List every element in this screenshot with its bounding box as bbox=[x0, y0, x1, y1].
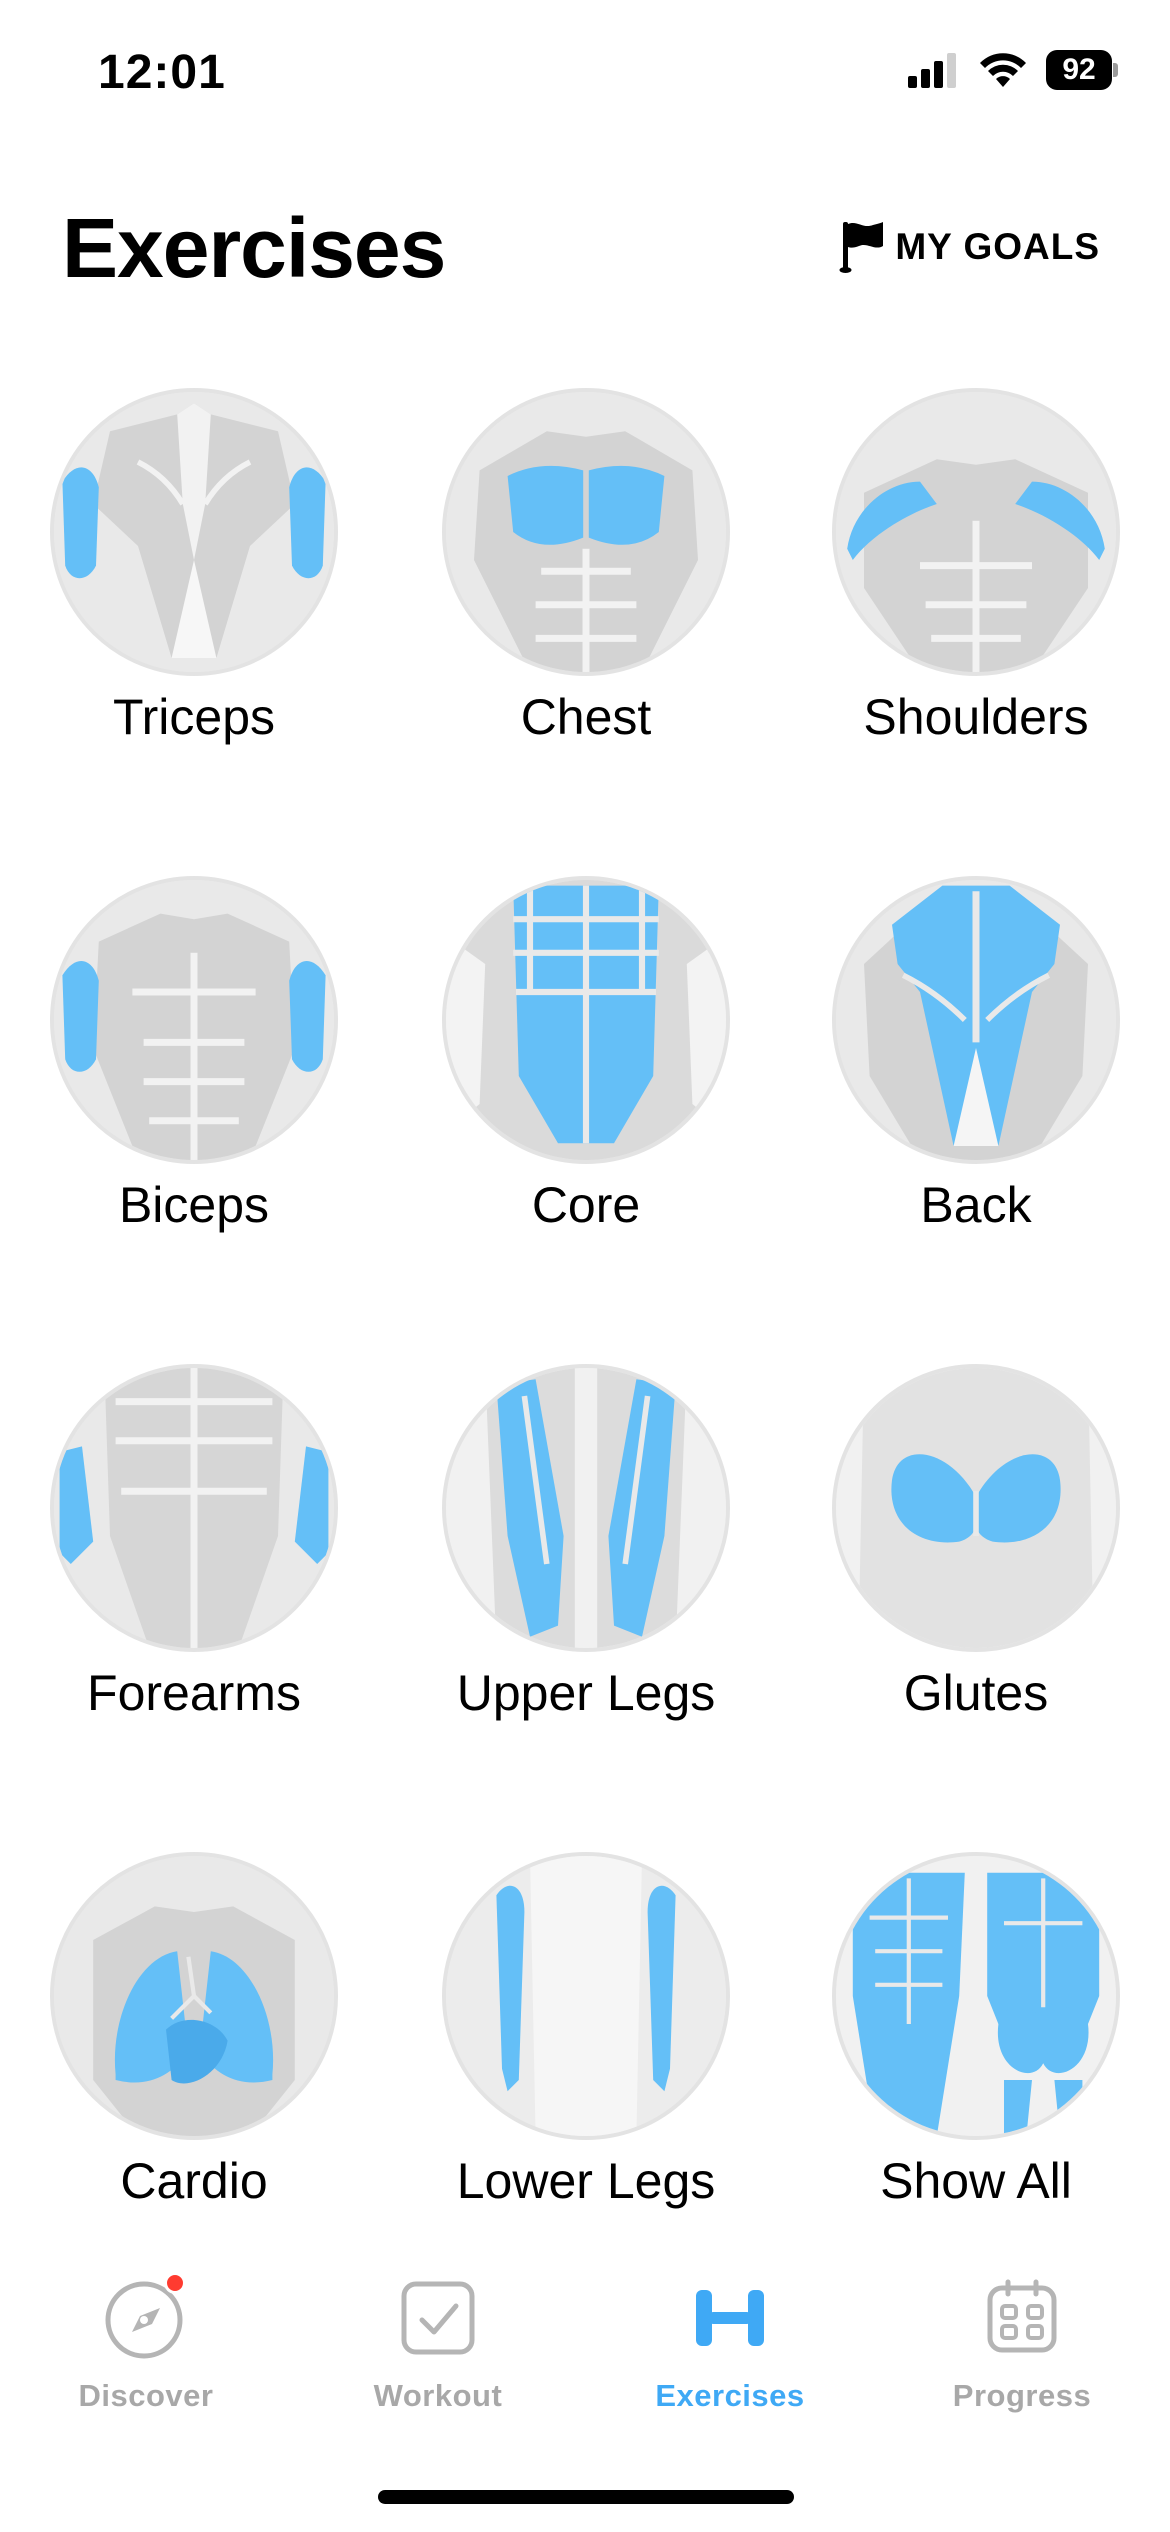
cardio-icon bbox=[50, 1852, 338, 2140]
exercise-lower-legs[interactable]: Lower Legs bbox=[390, 1852, 780, 2340]
exercise-chest[interactable]: Chest bbox=[390, 388, 780, 876]
exercise-glutes[interactable]: Glutes bbox=[780, 1364, 1170, 1852]
checkbox-icon bbox=[390, 2270, 486, 2366]
notification-dot bbox=[164, 2272, 186, 2294]
tab-discover[interactable]: Discover bbox=[0, 2270, 292, 2450]
exercise-label: Glutes bbox=[903, 1665, 1049, 1721]
tab-label: Discover bbox=[78, 2378, 214, 2413]
upper-legs-icon bbox=[442, 1364, 730, 1652]
core-icon bbox=[442, 876, 730, 1164]
tab-exercises[interactable]: Exercises bbox=[584, 2270, 876, 2450]
exercise-show-all[interactable]: Show All bbox=[780, 1852, 1170, 2340]
status-icons: 92 bbox=[908, 50, 1118, 90]
my-goals-button[interactable]: MY GOALS bbox=[839, 220, 1100, 274]
exercise-label: Chest bbox=[520, 689, 652, 745]
exercise-cardio[interactable]: Cardio bbox=[0, 1852, 390, 2340]
compass-icon bbox=[98, 2270, 194, 2366]
tab-progress[interactable]: Progress bbox=[876, 2270, 1168, 2450]
home-indicator[interactable] bbox=[378, 2490, 794, 2504]
exercise-biceps[interactable]: Biceps bbox=[0, 876, 390, 1364]
tab-workout[interactable]: Workout bbox=[292, 2270, 584, 2450]
glutes-icon bbox=[832, 1364, 1120, 1652]
dumbbell-icon bbox=[682, 2270, 778, 2366]
tab-label: Workout bbox=[373, 2378, 503, 2413]
page-title: Exercises bbox=[62, 201, 446, 295]
triceps-icon bbox=[50, 388, 338, 676]
exercise-back[interactable]: Back bbox=[780, 876, 1170, 1364]
battery-level: 92 bbox=[1046, 50, 1112, 90]
my-goals-label: MY GOALS bbox=[895, 226, 1100, 267]
forearms-icon bbox=[50, 1364, 338, 1652]
flag-icon bbox=[839, 222, 884, 273]
exercise-forearms[interactable]: Forearms bbox=[0, 1364, 390, 1852]
status-bar: 12:01 92 bbox=[0, 0, 1170, 150]
shoulders-icon bbox=[832, 388, 1120, 676]
status-time: 12:01 bbox=[98, 46, 226, 99]
exercise-label: Back bbox=[920, 1177, 1032, 1233]
exercise-label: Biceps bbox=[118, 1177, 270, 1233]
exercise-label: Forearms bbox=[87, 1665, 301, 1721]
exercise-label: Triceps bbox=[112, 689, 276, 745]
tab-label: Exercises bbox=[655, 2378, 805, 2413]
back-icon bbox=[832, 876, 1120, 1164]
exercise-label: Show All bbox=[880, 2153, 1072, 2209]
lower-legs-icon bbox=[442, 1852, 730, 2140]
wifi-icon bbox=[980, 53, 1026, 87]
tab-label: Progress bbox=[952, 2378, 1092, 2413]
exercise-label: Cardio bbox=[120, 2153, 268, 2209]
show-all-icon bbox=[832, 1852, 1120, 2140]
exercise-label: Lower Legs bbox=[456, 2153, 716, 2209]
exercise-shoulders[interactable]: Shoulders bbox=[780, 388, 1170, 876]
battery-icon: 92 bbox=[1046, 50, 1118, 90]
biceps-icon bbox=[50, 876, 338, 1164]
exercise-triceps[interactable]: Triceps bbox=[0, 388, 390, 876]
exercise-upper-legs[interactable]: Upper Legs bbox=[390, 1364, 780, 1852]
exercise-label: Core bbox=[531, 1177, 641, 1233]
exercise-core[interactable]: Core bbox=[390, 876, 780, 1364]
exercise-grid: Triceps Chest Shoulders Biceps Core Back… bbox=[0, 388, 1170, 2340]
exercise-label: Shoulders bbox=[863, 689, 1089, 745]
exercise-label: Upper Legs bbox=[456, 1665, 716, 1721]
chest-icon bbox=[442, 388, 730, 676]
tab-bar: Discover Workout Exercises Progress bbox=[0, 2270, 1170, 2450]
calendar-icon bbox=[974, 2270, 1070, 2366]
cellular-signal-icon bbox=[908, 53, 956, 88]
